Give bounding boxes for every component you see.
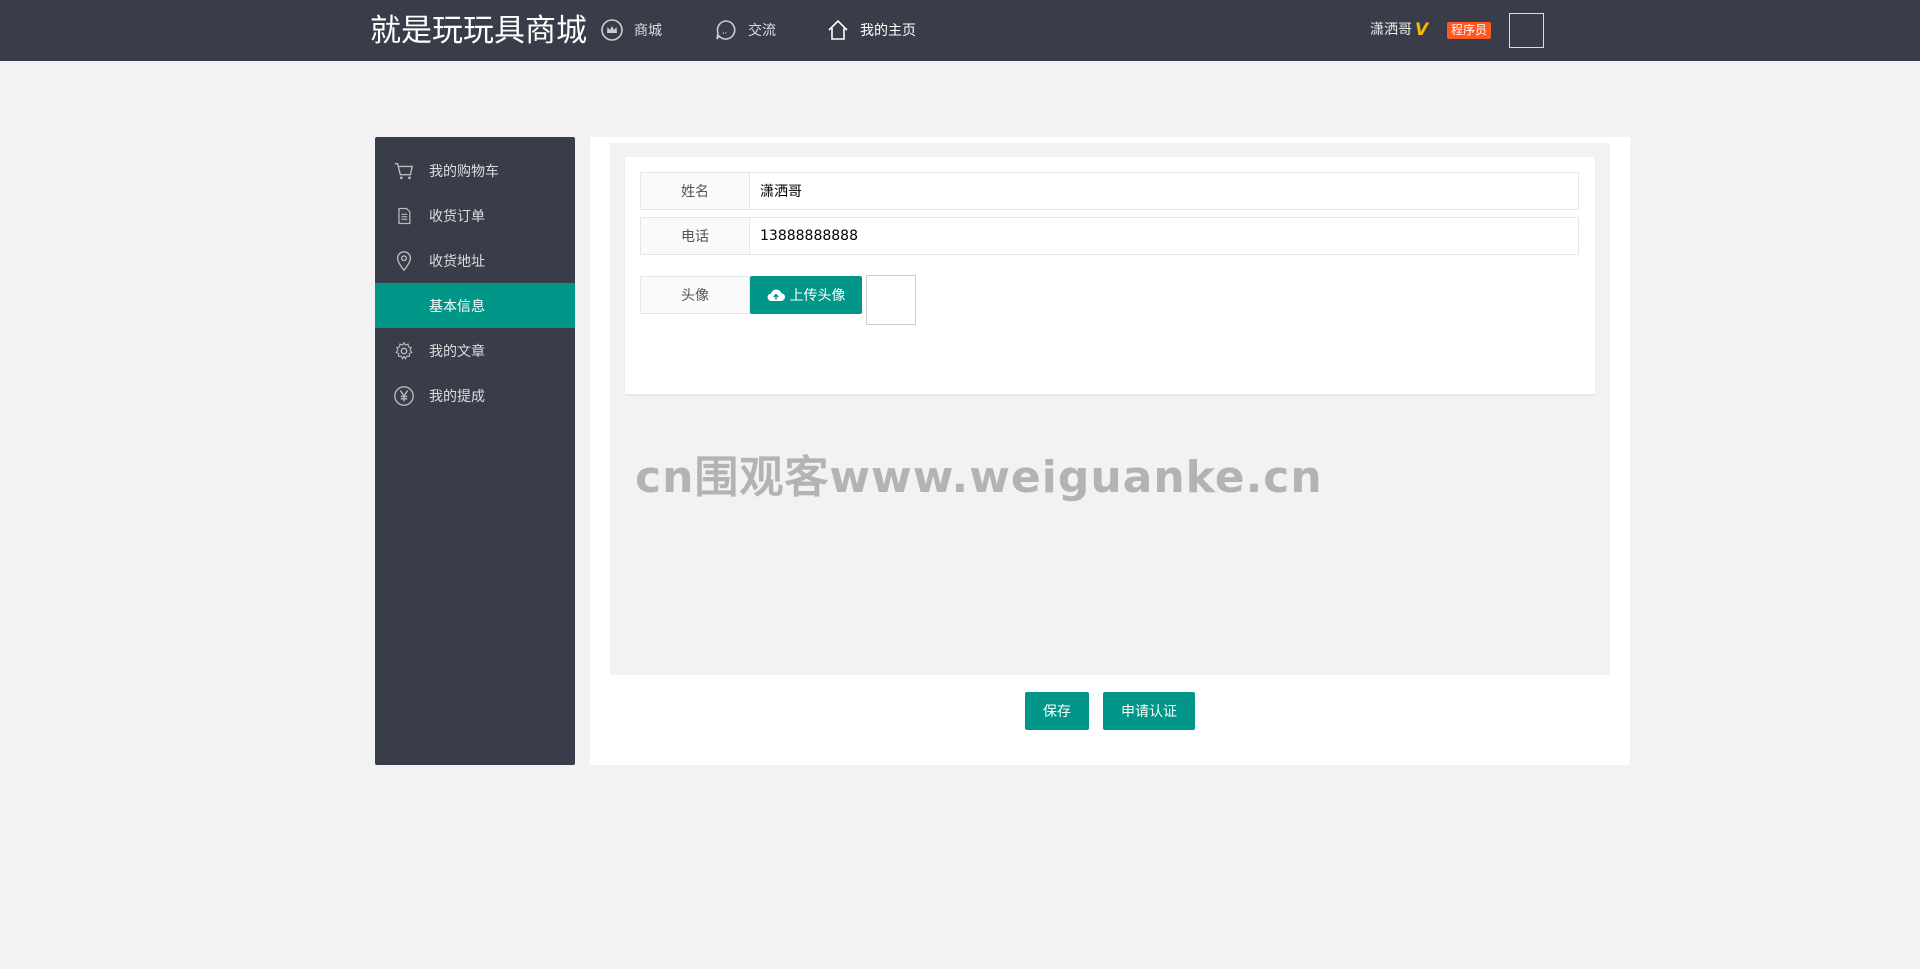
sidebar-item-label: 我的提成 — [429, 388, 485, 405]
avatar-label: 头像 — [640, 276, 750, 314]
sidebar-item-label: 我的购物车 — [429, 163, 499, 180]
crown-icon — [599, 17, 625, 43]
sidebar: 我的购物车 收货订单 收货地址 基本信息 我的文章 我的提成 — [375, 137, 575, 765]
sidebar-item-commission[interactable]: 我的提成 — [375, 373, 575, 418]
phone-label: 电话 — [640, 217, 750, 255]
phone-input[interactable] — [750, 217, 1579, 255]
upload-avatar-label: 上传头像 — [789, 288, 846, 304]
sidebar-item-cart[interactable]: 我的购物车 — [375, 148, 575, 193]
chat-icon: ,, — [713, 17, 739, 43]
nav-chat[interactable]: ,, 交流 — [713, 16, 776, 44]
svg-text:,,: ,, — [722, 26, 727, 35]
user-name[interactable]: 潇洒哥 V — [1370, 20, 1428, 40]
vip-badge: V — [1415, 20, 1429, 40]
user-name-text: 潇洒哥 — [1370, 22, 1412, 38]
avatar-preview — [866, 275, 916, 325]
name-label: 姓名 — [640, 172, 750, 210]
sidebar-item-orders[interactable]: 收货订单 — [375, 193, 575, 238]
main-panel: 姓名 电话 头像 上传头像 cn围观客www.weiguanke.cn 保存 申… — [590, 137, 1630, 765]
content-area: 姓名 电话 头像 上传头像 cn围观客www.weiguanke.cn — [610, 143, 1610, 675]
avatar-row: 头像 上传头像 — [640, 275, 916, 325]
nav-mall-label: 商城 — [634, 23, 662, 39]
sidebar-item-label: 收货地址 — [429, 253, 485, 270]
sidebar-item-label: 基本信息 — [429, 298, 485, 315]
save-button[interactable]: 保存 — [1025, 692, 1089, 730]
cloud-upload-icon — [767, 288, 785, 302]
header-avatar[interactable] — [1509, 13, 1544, 48]
basic-info-form: 姓名 电话 头像 上传头像 — [625, 157, 1595, 394]
cart-icon — [393, 160, 415, 182]
sidebar-item-address[interactable]: 收货地址 — [375, 238, 575, 283]
site-logo[interactable]: 就是玩玩具商城 — [370, 12, 587, 50]
phone-row: 电话 — [640, 217, 1579, 255]
watermark: cn围观客www.weiguanke.cn — [635, 452, 1323, 503]
name-input[interactable] — [750, 172, 1579, 210]
location-pin-icon — [393, 250, 415, 272]
name-row: 姓名 — [640, 172, 1579, 210]
gear-icon — [393, 340, 415, 362]
yen-icon — [393, 385, 415, 407]
home-icon — [825, 17, 851, 43]
apply-certification-button[interactable]: 申请认证 — [1103, 692, 1195, 730]
sidebar-item-label: 收货订单 — [429, 208, 485, 225]
sidebar-item-label: 我的文章 — [429, 343, 485, 360]
role-badge: 程序员 — [1447, 22, 1492, 39]
nav-mall[interactable]: 商城 — [599, 16, 662, 44]
document-icon — [393, 205, 415, 227]
top-header: 就是玩玩具商城 商城 ,, 交流 我的主页 潇洒哥 V 程序员 — [0, 0, 1920, 61]
sidebar-item-articles[interactable]: 我的文章 — [375, 328, 575, 373]
nav-chat-label: 交流 — [748, 23, 776, 39]
sidebar-item-basic-info[interactable]: 基本信息 — [375, 283, 575, 328]
nav-home-label: 我的主页 — [860, 23, 916, 39]
nav-home[interactable]: 我的主页 — [825, 16, 916, 44]
upload-avatar-button[interactable]: 上传头像 — [750, 276, 862, 314]
